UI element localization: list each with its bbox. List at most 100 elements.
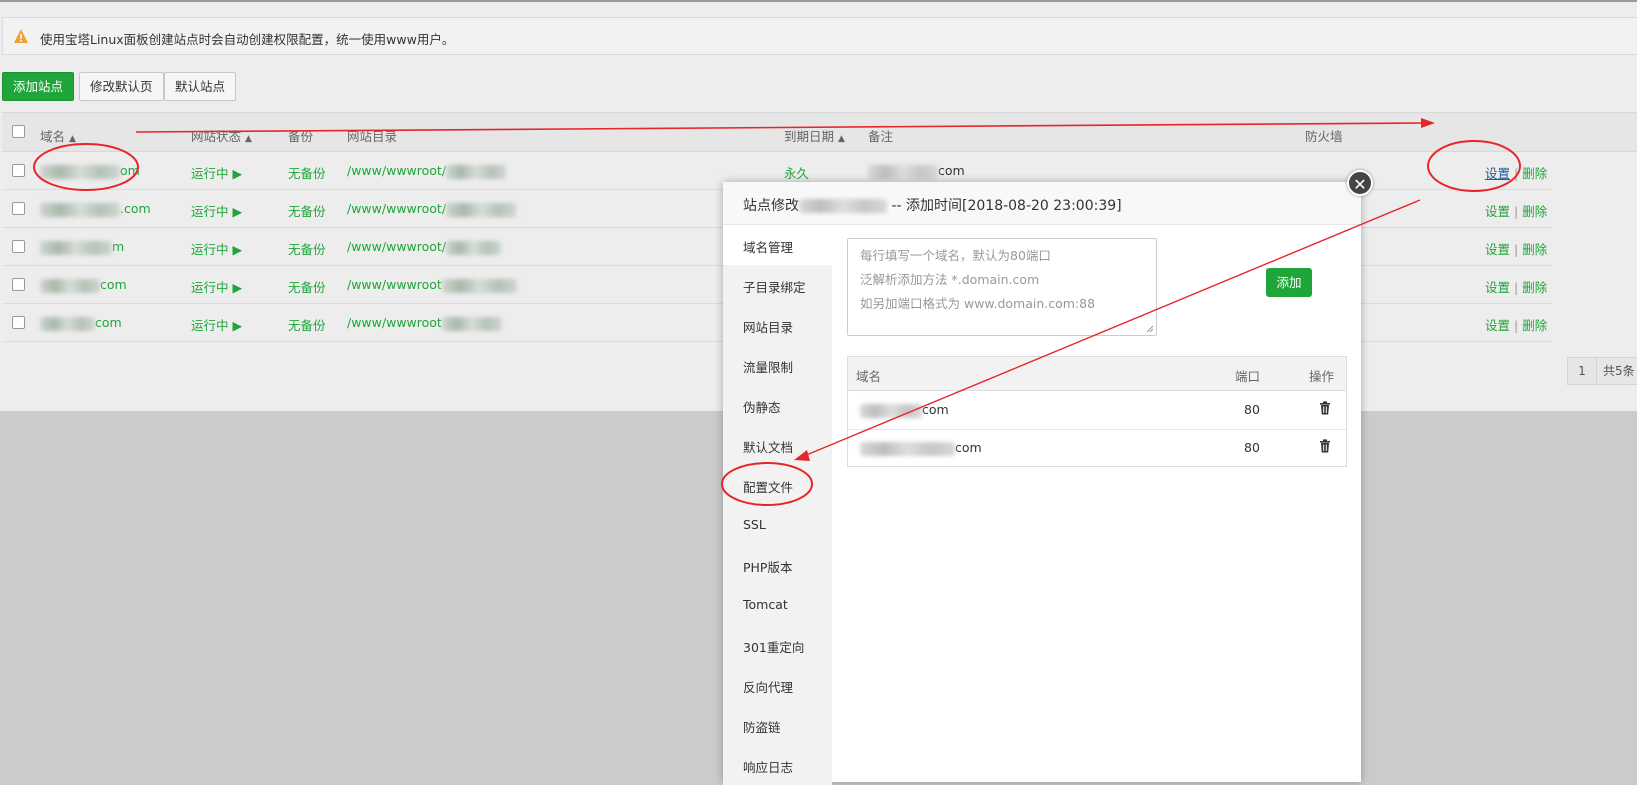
menu-301-redirect[interactable]: 301重定向 xyxy=(743,637,804,656)
row-root[interactable]: /www/wwwroot/ xyxy=(347,239,502,255)
row-root[interactable]: /www/wwwroot/ xyxy=(347,163,507,179)
settings-link[interactable]: 设置 xyxy=(1485,318,1510,333)
menu-hotlink-protection[interactable]: 防盗链 xyxy=(743,717,781,736)
domain-name: com xyxy=(860,402,949,418)
settings-link[interactable]: 设置 xyxy=(1485,242,1510,257)
row-status[interactable]: 运行中 ▶ xyxy=(191,201,242,220)
menu-traffic-limit[interactable]: 流量限制 xyxy=(743,357,793,376)
delete-link[interactable]: 删除 xyxy=(1522,280,1547,295)
domain-textarea[interactable]: 每行填写一个域名，默认为80端口 泛解析添加方法 *.domain.com 如另… xyxy=(847,238,1157,336)
row-domain[interactable]: om xyxy=(40,163,140,179)
table-header: 域名 ▲ 网站状态 ▲ 备份 网站目录 到期日期 ▲ 备注 防火墙 xyxy=(2,112,1637,152)
menu-ssl[interactable]: SSL xyxy=(743,517,766,532)
row-backup[interactable]: 无备份 xyxy=(288,163,326,182)
trash-icon[interactable] xyxy=(1319,439,1331,453)
row-checkbox[interactable] xyxy=(12,278,25,291)
menu-response-log[interactable]: 响应日志 xyxy=(743,757,793,776)
close-dialog-icon[interactable]: ✕ xyxy=(1347,170,1373,196)
row-expire[interactable]: 永久 xyxy=(784,163,809,182)
row-backup[interactable]: 无备份 xyxy=(288,239,326,258)
settings-link[interactable]: 设置 xyxy=(1485,204,1510,219)
row-backup[interactable]: 无备份 xyxy=(288,315,326,334)
sort-asc-icon: ▲ xyxy=(838,134,845,144)
site-edit-dialog: 站点修改 -- 添加时间[2018-08-20 23:00:39] 域名管理 子… xyxy=(723,182,1361,785)
menu-php-version[interactable]: PHP版本 xyxy=(743,557,792,576)
header-remark: 备注 xyxy=(868,129,894,144)
row-backup[interactable]: 无备份 xyxy=(288,201,326,220)
row-backup[interactable]: 无备份 xyxy=(288,277,326,296)
edit-default-page-button[interactable]: 修改默认页 xyxy=(79,72,164,101)
domain-table-header: 域名 端口 操作 xyxy=(848,357,1346,391)
warning-icon xyxy=(14,29,28,43)
row-root[interactable]: /www/wwwroot xyxy=(347,315,502,331)
row-checkbox[interactable] xyxy=(12,240,25,253)
placeholder-line: 泛解析添加方法 *.domain.com xyxy=(860,272,1040,287)
resize-handle-icon[interactable] xyxy=(1146,325,1154,333)
header-firewall: 防火墙 xyxy=(1305,129,1343,144)
row-actions: 设置 | 删除 xyxy=(1485,280,1548,295)
dialog-header: 站点修改 -- 添加时间[2018-08-20 23:00:39] xyxy=(723,182,1361,225)
header-status[interactable]: 网站状态 ▲ xyxy=(191,126,252,145)
row-status[interactable]: 运行中 ▶ xyxy=(191,277,242,296)
row-root[interactable]: /www/wwwroot xyxy=(347,277,517,293)
sort-asc-icon: ▲ xyxy=(69,134,76,144)
sort-asc-icon: ▲ xyxy=(245,134,252,144)
menu-reverse-proxy[interactable]: 反向代理 xyxy=(743,677,793,696)
placeholder-line: 如另加端口格式为 www.domain.com:88 xyxy=(860,296,1096,311)
row-actions: 设置 | 删除 xyxy=(1485,242,1548,257)
header-root: 网站目录 xyxy=(347,129,398,144)
menu-tomcat[interactable]: Tomcat xyxy=(743,597,788,612)
row-status[interactable]: 运行中 ▶ xyxy=(191,239,242,258)
row-domain[interactable]: com xyxy=(40,277,127,293)
menu-rewrite[interactable]: 伪静态 xyxy=(743,397,781,416)
row-checkbox[interactable] xyxy=(12,164,25,177)
menu-site-directory[interactable]: 网站目录 xyxy=(743,317,793,336)
row-domain[interactable]: com xyxy=(40,315,122,331)
trash-icon[interactable] xyxy=(1319,401,1331,415)
notice-bar: 使用宝塔Linux面板创建站点时会自动创建权限配置，统一使用www用户。 xyxy=(2,17,1637,55)
row-status[interactable]: 运行中 ▶ xyxy=(191,315,242,334)
add-site-button[interactable]: 添加站点 xyxy=(2,72,75,101)
row-status[interactable]: 运行中 ▶ xyxy=(191,163,242,182)
header-domain[interactable]: 域名 ▲ xyxy=(40,126,76,145)
row-root[interactable]: /www/wwwroot/ xyxy=(347,201,517,217)
header-expire[interactable]: 到期日期 ▲ xyxy=(784,126,845,145)
placeholder-line: 每行填写一个域名，默认为80端口 xyxy=(860,248,1051,263)
row-remark[interactable]: com xyxy=(868,163,965,179)
pager-page[interactable]: 1 xyxy=(1567,357,1597,385)
settings-link[interactable]: 设置 xyxy=(1485,280,1510,295)
delete-link[interactable]: 删除 xyxy=(1522,166,1547,181)
default-site-button[interactable]: 默认站点 xyxy=(164,72,237,101)
notice-text: 使用宝塔Linux面板创建站点时会自动创建权限配置，统一使用www用户。 xyxy=(40,32,455,47)
domain-port: 80 xyxy=(1244,440,1260,455)
top-divider xyxy=(0,0,1637,2)
domain-row: com 80 xyxy=(848,391,1346,430)
pager-total: 共5条 xyxy=(1596,357,1637,385)
dialog-title: 站点修改 -- 添加时间[2018-08-20 23:00:39] xyxy=(743,198,1122,214)
menu-config-file[interactable]: 配置文件 xyxy=(743,477,793,496)
menu-domain-management[interactable]: 域名管理 xyxy=(743,237,793,256)
menu-default-doc[interactable]: 默认文档 xyxy=(743,437,793,456)
dialog-sidebar: 域名管理 子目录绑定 网站目录 流量限制 伪静态 默认文档 配置文件 SSL P… xyxy=(723,225,832,785)
header-action: 操作 xyxy=(1309,369,1335,384)
delete-link[interactable]: 删除 xyxy=(1522,204,1547,219)
menu-subdir-binding[interactable]: 子目录绑定 xyxy=(743,277,806,296)
settings-link[interactable]: 设置 xyxy=(1485,166,1510,181)
add-domain-button[interactable]: 添加 xyxy=(1266,268,1312,297)
row-domain[interactable]: .com xyxy=(40,201,151,217)
row-actions: 设置 | 删除 xyxy=(1485,204,1548,219)
row-actions: 设置 | 删除 xyxy=(1485,166,1548,181)
header-backup: 备份 xyxy=(288,129,314,144)
row-domain[interactable]: m xyxy=(40,239,124,255)
domain-row: com 80 xyxy=(848,429,1346,467)
domain-list-table: 域名 端口 操作 com 80 com 80 xyxy=(847,356,1347,467)
delete-link[interactable]: 删除 xyxy=(1522,318,1547,333)
domain-name: com xyxy=(860,440,982,456)
row-actions: 设置 | 删除 xyxy=(1485,318,1548,333)
row-checkbox[interactable] xyxy=(12,202,25,215)
select-all-checkbox[interactable] xyxy=(12,125,25,138)
header-port: 端口 xyxy=(1235,369,1261,384)
delete-link[interactable]: 删除 xyxy=(1522,242,1547,257)
row-checkbox[interactable] xyxy=(12,316,25,329)
header-domain: 域名 xyxy=(856,369,882,384)
